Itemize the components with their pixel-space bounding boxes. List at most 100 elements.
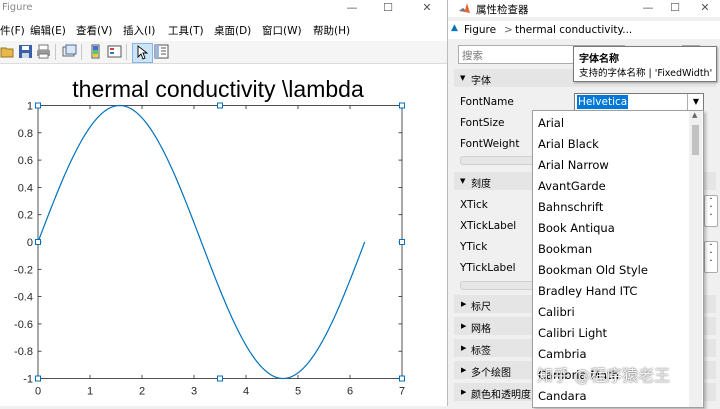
y-tick-label: -0.2	[14, 264, 33, 276]
font-option[interactable]: Book Antiqua	[538, 221, 615, 235]
menu-tools[interactable]: 工具(T)	[168, 23, 204, 38]
selection-handle[interactable]	[217, 102, 223, 109]
fontname-tooltip: 字体名称 支持的字体名称 | 'FixedWidth'	[573, 46, 717, 82]
y-tick-label: -1	[23, 374, 33, 386]
link-plot-icon[interactable]	[62, 44, 77, 59]
breadcrumb-current[interactable]: thermal conductivity...	[515, 24, 632, 36]
section-ticks-label: 刻度	[471, 179, 491, 190]
font-option[interactable]: Bookman	[538, 242, 592, 256]
font-option[interactable]: Arial Narrow	[538, 158, 609, 172]
close-icon[interactable]: ✕	[693, 0, 717, 17]
scroll-up-icon[interactable]: ▲	[692, 111, 697, 119]
selection-handle[interactable]	[35, 102, 41, 109]
expand-icon: ▶	[461, 366, 467, 374]
print-icon[interactable]	[36, 44, 51, 59]
tooltip-body: 支持的字体名称 | 'FixedWidth'	[579, 68, 713, 79]
y-tick-label: 0.4	[18, 182, 33, 194]
font-option[interactable]: Bahnschrift	[538, 200, 603, 214]
font-option[interactable]: Arial Black	[538, 137, 599, 151]
x-tick-label: 2	[139, 386, 145, 398]
font-option[interactable]: Calibri Light	[538, 326, 607, 340]
prop-fontsize: FontSize	[460, 117, 505, 129]
font-option[interactable]: Bookman Old Style	[538, 263, 648, 277]
maximize-icon[interactable]: ☐	[376, 0, 400, 17]
more-options-button[interactable]: · · ·	[704, 195, 718, 227]
prop-ytick: YTick	[460, 241, 488, 253]
menu-help[interactable]: 帮助(H)	[313, 23, 350, 38]
selection-handle[interactable]	[399, 102, 405, 109]
selection-handle[interactable]	[399, 239, 405, 245]
section-rulers-label: 标尺	[471, 302, 491, 313]
legend-icon[interactable]	[107, 44, 122, 59]
figure-window-title: Figure	[2, 2, 33, 13]
x-tick-label: 7	[399, 386, 405, 398]
toolbar-separator	[126, 44, 127, 60]
inspector-titlebar: 属性检查器 — ☐ ✕	[448, 0, 720, 17]
menu-edit[interactable]: 编辑(E)	[30, 23, 66, 38]
selection-handle[interactable]	[217, 375, 223, 382]
y-tick-label: 1	[27, 101, 33, 113]
breadcrumb-root[interactable]: Figure	[464, 24, 496, 36]
font-option[interactable]: Calibri	[538, 305, 575, 319]
open-folder-icon[interactable]	[0, 44, 15, 59]
menu-view[interactable]: 查看(V)	[76, 23, 112, 38]
figure-toolbar	[0, 41, 447, 64]
toolbar-separator	[55, 44, 56, 60]
y-tick-label: -0.4	[14, 292, 33, 304]
selection-handle[interactable]	[35, 239, 41, 245]
section-labels-label: 标签	[471, 346, 491, 357]
expand-icon: ▶	[461, 300, 467, 308]
line-chart[interactable]: -1 -0.8 -0.6 -0.4 -0.2 0 0.2 0.4 0.6 0.8 1 0 1 2 3 4 5 6…	[0, 64, 447, 406]
font-option[interactable]: Cambria	[538, 347, 587, 361]
fontname-combobox[interactable]: Helvetica ▼	[574, 93, 704, 111]
y-tick-label: 0.8	[18, 128, 33, 140]
font-option[interactable]: AvantGarde	[538, 179, 606, 193]
save-icon[interactable]	[18, 44, 33, 59]
axes-box	[37, 105, 403, 379]
font-option[interactable]: Candara	[538, 389, 587, 403]
y-tick-label: -0.6	[14, 319, 33, 331]
expand-icon: ▶	[461, 322, 467, 330]
font-option[interactable]: Bradley Hand ITC	[538, 284, 637, 298]
horizontal-scrollbar[interactable]	[460, 281, 542, 290]
y-tick-label: -0.8	[14, 346, 33, 358]
fontname-value[interactable]: Helvetica	[577, 95, 629, 109]
matlab-logo-icon	[459, 3, 470, 13]
dropdown-scrollbar[interactable]: ▲	[689, 111, 702, 407]
menu-insert[interactable]: 插入(I)	[123, 23, 155, 38]
prop-fontname: FontName	[460, 96, 514, 108]
close-icon[interactable]: ✕	[415, 0, 439, 17]
menu-file[interactable]: 件(F)	[0, 23, 25, 38]
property-inspector-icon[interactable]	[154, 44, 169, 59]
search-placeholder: 搜索	[462, 50, 483, 62]
x-tick-label: 3	[191, 386, 197, 398]
menu-desktop[interactable]: 桌面(D)	[214, 23, 251, 38]
prop-xtick: XTick	[460, 199, 488, 211]
edit-plot-button[interactable]	[132, 43, 153, 63]
prop-yticklabel: YTickLabel	[460, 262, 516, 274]
tooltip-title: 字体名称	[579, 54, 619, 65]
menu-window[interactable]: 窗口(W)	[262, 23, 302, 38]
maximize-icon[interactable]: ☐	[663, 0, 687, 17]
font-option[interactable]: Arial	[538, 116, 564, 130]
minimize-icon[interactable]: —	[636, 0, 660, 17]
figure-titlebar: Figure — ☐ ✕	[0, 0, 447, 17]
plot-title[interactable]: thermal conductivity \lambda	[72, 76, 364, 102]
series-line-sin[interactable]	[37, 104, 366, 380]
section-grid-label: 网格	[471, 324, 491, 335]
chevron-down-icon[interactable]: ▼	[687, 94, 704, 110]
horizontal-scrollbar[interactable]	[460, 156, 542, 165]
colorbar-icon[interactable]	[88, 44, 103, 59]
y-tick-label: 0.2	[18, 210, 33, 222]
selection-handle[interactable]	[399, 375, 405, 382]
more-options-button[interactable]: · · ·	[704, 241, 718, 273]
section-multiplot-label: 多个绘图	[471, 368, 511, 379]
collapse-icon: ▼	[460, 177, 466, 185]
x-tick-label: 6	[347, 386, 353, 398]
scrollbar-thumb[interactable]	[692, 125, 699, 155]
figure-menubar: 件(F) 编辑(E) 查看(V) 插入(I) 工具(T) 桌面(D) 窗口(W)…	[0, 20, 447, 40]
selection-handle[interactable]	[35, 375, 41, 382]
minimize-icon[interactable]: —	[340, 0, 364, 17]
breadcrumb-up-icon[interactable]: ▲	[451, 23, 458, 33]
y-ticks: -1 -0.8 -0.6 -0.4 -0.2 0 0.2 0.4 0.6 0.8 1	[14, 101, 402, 386]
